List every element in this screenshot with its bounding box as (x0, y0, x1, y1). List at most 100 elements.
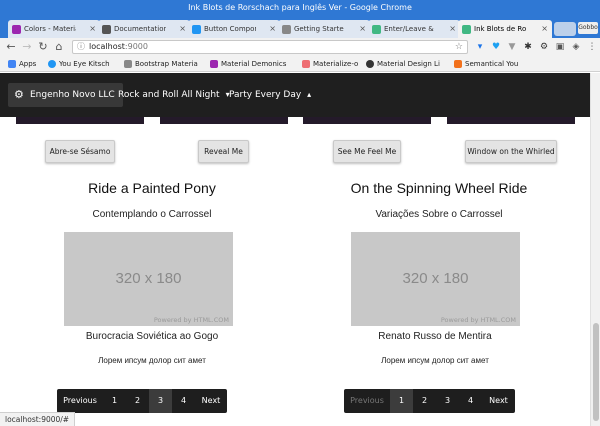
tab-getting-started[interactable]: Getting Starte × (278, 20, 370, 38)
pagination-previous[interactable]: Previous (57, 389, 103, 413)
tab-enter-leave[interactable]: Enter/Leave & × (368, 20, 460, 38)
close-icon[interactable]: × (179, 20, 186, 38)
card-subtitle: Variações Sobre o Carrossel (375, 209, 503, 220)
tab-label: Getting Starte (294, 25, 344, 33)
window-title: Ink Blots de Rorschach para Inglês Ver -… (0, 0, 600, 16)
tab-label: Colors - Material (24, 25, 76, 33)
bookmark-label: Semantical You (465, 60, 519, 68)
menu-dots-icon[interactable]: ⋮ (586, 41, 598, 53)
tab-favicon-icon (192, 25, 201, 34)
nav-link-label: Party Every Day (229, 90, 302, 100)
bookmark-favicon-icon (302, 60, 310, 68)
extension-square-icon[interactable]: ▣ (554, 41, 566, 53)
pagination-previous[interactable]: Previous (344, 389, 390, 413)
card-caption: Renato Russo de Mentira (378, 331, 492, 342)
bookmark-material-design-lite[interactable]: Material Design Li (366, 56, 440, 72)
bookmark-favicon-icon (366, 60, 374, 68)
pagination-page[interactable]: 1 (103, 389, 126, 413)
nav-rock-and-roll-dropdown[interactable]: Rock and Roll All Night ▾ (118, 83, 230, 107)
bookmark-favicon-icon (48, 60, 56, 68)
card-body-text: Лорем ипсум долор сит амет (381, 356, 489, 365)
twitter-bird-icon[interactable]: ♥ (490, 41, 502, 53)
home-icon[interactable]: ⌂ (52, 40, 66, 54)
placeholder-dimensions: 320 x 180 (402, 270, 469, 287)
tab-button-component[interactable]: Button Compon × (188, 20, 280, 38)
close-icon[interactable]: × (269, 20, 276, 38)
scrollbar-thumb[interactable] (593, 323, 599, 421)
tab-strip: Colors - Material × Documentation × Butt… (0, 16, 600, 38)
bookmark-material-demonics[interactable]: Material Demonics (210, 56, 286, 72)
window-on-the-whirled-button[interactable]: Window on the Whirled (465, 140, 557, 163)
placeholder-image: 320 x 180 Powered by HTML.COM (64, 232, 233, 326)
card-title: On the Spinning Wheel Ride (350, 180, 528, 196)
card-image-bottom (303, 117, 431, 124)
extension-vue-icon[interactable]: ▾ (474, 41, 486, 53)
pagination-next[interactable]: Next (195, 389, 227, 413)
reveal-me-button[interactable]: Reveal Me (198, 140, 249, 163)
forward-arrow-icon[interactable]: → (20, 40, 34, 54)
nav-link-label: Rock and Roll All Night (118, 90, 220, 100)
bookmark-apps[interactable]: Apps (8, 56, 36, 72)
bookmark-favicon-icon (454, 60, 462, 68)
info-icon[interactable]: ⓘ (77, 41, 85, 53)
pagination-page[interactable]: 2 (413, 389, 436, 413)
close-icon[interactable]: × (449, 20, 456, 38)
bookmark-label: Material Design Li (377, 60, 440, 68)
placeholder-credit: Powered by HTML.COM (153, 316, 229, 324)
close-icon[interactable]: × (359, 20, 366, 38)
app-navbar: ⚙ Engenho Novo LLC Rock and Roll All Nig… (0, 73, 590, 117)
pagination-page[interactable]: 4 (172, 389, 195, 413)
pagination-page-active[interactable]: 1 (390, 389, 413, 413)
tab-label: Ink Blots de Ro (474, 25, 527, 33)
status-bar-url: localhost:9000/# (0, 412, 76, 426)
reload-icon[interactable]: ↻ (36, 40, 50, 54)
page-scrollbar[interactable] (590, 73, 600, 426)
tab-documentation[interactable]: Documentation × (98, 20, 190, 38)
bookmark-label: Apps (19, 60, 37, 68)
bookmark-materialize[interactable]: Materialize-o (302, 56, 358, 72)
pagination-page-active[interactable]: 3 (149, 389, 172, 413)
open-sesame-button[interactable]: Abre-se Sésamo (45, 140, 115, 163)
pagination-page[interactable]: 2 (126, 389, 149, 413)
pagination-next[interactable]: Next (482, 389, 515, 413)
card-caption: Burocracia Soviética ao Gogo (85, 331, 219, 342)
bookmark-label: You Eye Kitsch (59, 60, 110, 68)
close-icon[interactable]: × (89, 20, 96, 38)
brand-button[interactable]: ⚙ Engenho Novo LLC (8, 83, 123, 107)
bookmark-semantical-you[interactable]: Semantical You (454, 56, 518, 72)
gears-icon: ⚙ (14, 88, 24, 101)
extension-triangle-icon[interactable]: ▼ (506, 41, 518, 53)
nav-party-every-day-dropdown[interactable]: Party Every Day ▴ (229, 83, 311, 107)
tab-favicon-icon (282, 25, 291, 34)
tab-ink-blots-active[interactable]: Ink Blots de Ro × (458, 20, 552, 38)
profile-button[interactable]: Gobbo (578, 22, 598, 34)
pagination: Previous 1 2 3 4 Next (344, 389, 515, 413)
brand-label: Engenho Novo LLC (30, 90, 115, 100)
placeholder-image: 320 x 180 Powered by HTML.COM (351, 232, 520, 326)
new-tab-button[interactable] (554, 22, 576, 36)
tab-colors-material[interactable]: Colors - Material × (8, 20, 100, 38)
pagination-page[interactable]: 3 (436, 389, 459, 413)
extension-puzzle-icon[interactable]: ✱ (522, 41, 534, 53)
pagination-page[interactable]: 4 (459, 389, 482, 413)
address-host: localhost (89, 42, 125, 51)
bookmark-star-icon[interactable]: ☆ (455, 41, 463, 53)
browser-toolbar: ← → ↻ ⌂ ⓘ localhost:9000 ☆ ▾ ♥ ▼ ✱ ⚙ ▣ ◈… (0, 38, 600, 56)
bookmark-favicon-icon (210, 60, 218, 68)
see-me-feel-me-button[interactable]: See Me Feel Me (333, 140, 401, 163)
page-viewport: ⚙ Engenho Novo LLC Rock and Roll All Nig… (0, 73, 590, 426)
tab-label: Documentation (114, 25, 166, 33)
tab-label: Button Compon (204, 25, 256, 33)
extension-gear-icon[interactable]: ⚙ (538, 41, 550, 53)
address-bar[interactable]: ⓘ localhost:9000 ☆ (72, 40, 468, 54)
extension-shield-icon[interactable]: ◈ (570, 41, 582, 53)
back-arrow-icon[interactable]: ← (4, 40, 18, 54)
tab-favicon-icon (12, 25, 21, 34)
bookmark-you-eye-kitsch[interactable]: You Eye Kitsch (48, 56, 110, 72)
tab-label: Enter/Leave & (384, 25, 434, 33)
card-body-text: Лорем ипсум долор сит амет (98, 356, 206, 365)
bookmarks-bar: Apps You Eye Kitsch Bootstrap Materia Ma… (0, 56, 600, 72)
close-icon[interactable]: × (541, 20, 548, 38)
bookmark-bootstrap-material[interactable]: Bootstrap Materia (124, 56, 198, 72)
tab-favicon-icon (102, 25, 111, 34)
